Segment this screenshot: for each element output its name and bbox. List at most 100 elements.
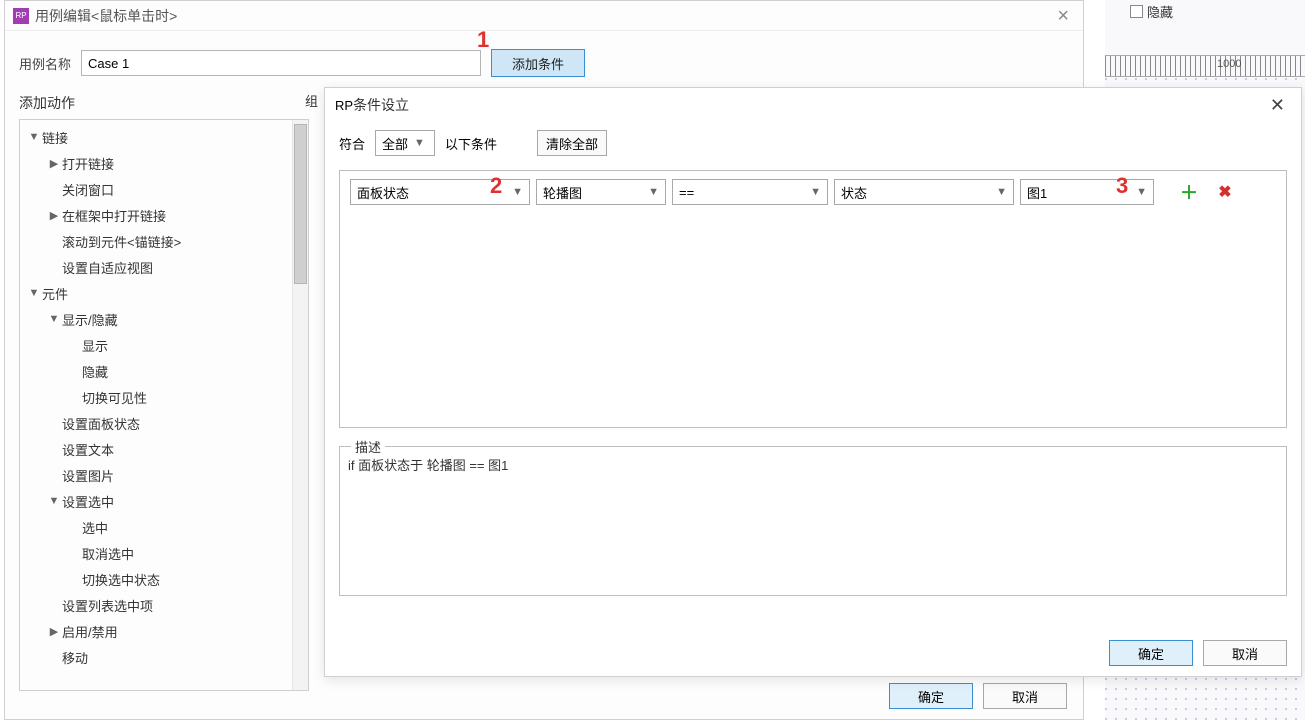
tree-arrow-icon: ▼	[28, 287, 40, 299]
tree-item-label: 打开链接	[60, 154, 114, 173]
tree-item-label: 切换可见性	[80, 388, 147, 407]
tree-item-label: 设置列表选中项	[60, 596, 153, 615]
match-label-post: 以下条件	[445, 134, 497, 153]
tree-item[interactable]: 隐藏	[22, 358, 290, 384]
tree-item-label: 在框架中打开链接	[60, 206, 166, 225]
tree-item[interactable]: 切换选中状态	[22, 566, 290, 592]
close-icon[interactable]: ✕	[1264, 95, 1291, 116]
tree-arrow-icon: ▶	[48, 625, 60, 638]
add-condition-button[interactable]: 添加条件	[491, 49, 585, 77]
tree-item[interactable]: ▶在框架中打开链接	[22, 202, 290, 228]
tree-item-label: 链接	[40, 128, 68, 147]
tree-arrow-icon: ▼	[48, 313, 60, 325]
tree-item[interactable]: ▼设置选中	[22, 488, 290, 514]
cond-operator-select[interactable]: == ▼	[672, 179, 828, 205]
condition-ok-button[interactable]: 确定	[1109, 640, 1193, 666]
tree-arrow-icon: ▼	[48, 495, 60, 507]
delete-condition-row-icon[interactable]: ✖	[1216, 183, 1234, 201]
tree-scrollbar[interactable]	[292, 120, 308, 690]
case-editor-titlebar[interactable]: RP 用例编辑<鼠标单击时> ×	[5, 1, 1083, 31]
tree-item-label: 关闭窗口	[60, 180, 114, 199]
tree-item-label: 选中	[80, 518, 108, 537]
condition-cancel-button[interactable]: 取消	[1203, 640, 1287, 666]
cond-state-value: 图1	[1027, 183, 1130, 202]
tree-item-label: 取消选中	[80, 544, 134, 563]
match-scope-select[interactable]: 全部 ▼	[375, 130, 435, 156]
tree-item-label: 设置自适应视图	[60, 258, 153, 277]
description-textarea[interactable]: if 面板状态于 轮播图 == 图1	[339, 446, 1287, 596]
group-header: 组	[305, 87, 325, 119]
tree-item[interactable]: 显示	[22, 332, 290, 358]
tree-item[interactable]: ▼链接	[22, 124, 290, 150]
tree-arrow-icon: ▶	[48, 209, 60, 222]
description-legend: 描述	[351, 437, 385, 456]
chevron-down-icon: ▼	[648, 186, 659, 198]
cond-field-type-value: 面板状态	[357, 183, 506, 202]
chevron-down-icon: ▼	[810, 186, 821, 198]
tree-item-label: 切换选中状态	[80, 570, 160, 589]
tree-item-label: 设置面板状态	[60, 414, 140, 433]
cond-value-type-select[interactable]: 状态 ▼	[834, 179, 1014, 205]
tree-item[interactable]: ▶启用/禁用	[22, 618, 290, 644]
tree-item-label: 隐藏	[80, 362, 108, 381]
ruler-tick-1000: 1000	[1217, 58, 1241, 70]
tree-item-label: 设置文本	[60, 440, 114, 459]
chevron-down-icon: ▼	[996, 186, 1007, 198]
rp-app-icon: RP	[13, 8, 29, 24]
conditions-list: 面板状态 ▼ 2 轮播图 ▼ == ▼ 状态 ▼	[339, 170, 1287, 428]
cond-operator-value: ==	[679, 185, 804, 200]
condition-dialog-title: 条件设立	[353, 95, 409, 115]
tree-item[interactable]: ▶打开链接	[22, 150, 290, 176]
description-text: if 面板状态于 轮播图 == 图1	[348, 458, 508, 473]
scrollbar-thumb[interactable]	[294, 124, 307, 284]
tree-item[interactable]: 设置文本	[22, 436, 290, 462]
tree-item[interactable]: 移动	[22, 644, 290, 670]
action-tree-panel: ▼链接▶打开链接关闭窗口▶在框架中打开链接滚动到元件<锚链接>设置自适应视图▼元…	[19, 119, 309, 691]
add-condition-row-icon[interactable]: ＋	[1180, 183, 1198, 201]
tree-item-label: 启用/禁用	[60, 622, 118, 641]
tree-item-label: 元件	[40, 284, 68, 303]
tree-item[interactable]: 设置面板状态	[22, 410, 290, 436]
hidden-checkbox-label: 隐藏	[1147, 2, 1173, 21]
match-label-pre: 符合	[339, 134, 365, 153]
tree-item-label: 移动	[60, 648, 88, 667]
tree-item[interactable]: ▼显示/隐藏	[22, 306, 290, 332]
tree-item-label: 显示	[80, 336, 108, 355]
case-editor-ok-button[interactable]: 确定	[889, 683, 973, 709]
cond-field-type-select[interactable]: 面板状态 ▼	[350, 179, 530, 205]
case-editor-cancel-button[interactable]: 取消	[983, 683, 1067, 709]
tree-item[interactable]: 取消选中	[22, 540, 290, 566]
tree-item-label: 滚动到元件<锚链接>	[60, 232, 181, 251]
case-name-label: 用例名称	[19, 54, 71, 73]
condition-row: 面板状态 ▼ 2 轮播图 ▼ == ▼ 状态 ▼	[340, 171, 1286, 213]
cond-state-select[interactable]: 图1 ▼	[1020, 179, 1154, 205]
tree-item[interactable]: 设置列表选中项	[22, 592, 290, 618]
cond-widget-value: 轮播图	[543, 183, 642, 202]
tree-item[interactable]: 设置自适应视图	[22, 254, 290, 280]
tree-item-label: 设置图片	[60, 466, 114, 485]
hidden-checkbox[interactable]	[1130, 5, 1143, 18]
tree-item[interactable]: 关闭窗口	[22, 176, 290, 202]
condition-builder-dialog: RP 条件设立 ✕ 符合 全部 ▼ 以下条件 清除全部 面板状态 ▼ 2 轮播图	[324, 87, 1302, 677]
close-icon[interactable]: ×	[1051, 6, 1075, 26]
match-scope-value: 全部	[382, 134, 408, 153]
tree-item[interactable]: 切换可见性	[22, 384, 290, 410]
chevron-down-icon: ▼	[414, 137, 425, 149]
hidden-checkbox-row[interactable]: 隐藏	[1130, 2, 1173, 21]
clear-all-button[interactable]: 清除全部	[537, 130, 607, 156]
top-ruler: 1000	[1105, 55, 1305, 77]
tree-item[interactable]: 滚动到元件<锚链接>	[22, 228, 290, 254]
case-name-input[interactable]	[81, 50, 481, 76]
cond-widget-select[interactable]: 轮播图 ▼	[536, 179, 666, 205]
cond-value-type-value: 状态	[841, 183, 990, 202]
chevron-down-icon: ▼	[1136, 186, 1147, 198]
tree-item-label: 设置选中	[60, 492, 114, 511]
chevron-down-icon: ▼	[512, 186, 523, 198]
add-action-header: 添加动作	[5, 87, 305, 119]
tree-item[interactable]: ▼元件	[22, 280, 290, 306]
tree-item[interactable]: 设置图片	[22, 462, 290, 488]
tree-arrow-icon: ▼	[28, 131, 40, 143]
action-tree[interactable]: ▼链接▶打开链接关闭窗口▶在框架中打开链接滚动到元件<锚链接>设置自适应视图▼元…	[20, 120, 292, 690]
tree-item-label: 显示/隐藏	[60, 310, 118, 329]
tree-item[interactable]: 选中	[22, 514, 290, 540]
